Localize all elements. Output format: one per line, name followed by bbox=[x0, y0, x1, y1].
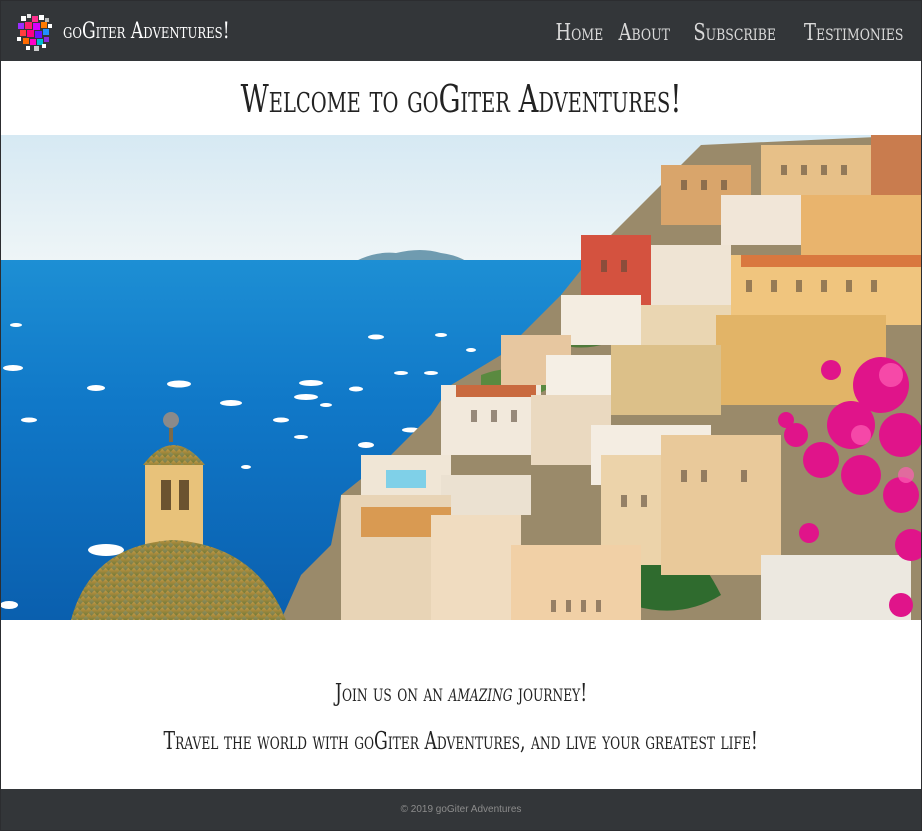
footer: © 2019 goGiter Adventures bbox=[1, 789, 921, 830]
nav-link-testimonies[interactable]: Testimonies bbox=[804, 13, 903, 53]
coastal-village-illustration bbox=[1, 135, 921, 620]
brand-name: goGiter Adventures! bbox=[63, 19, 230, 44]
tagline-emphasis: amazing bbox=[448, 679, 513, 707]
footer-copyright: © 2019 goGiter Adventures bbox=[400, 804, 522, 815]
nav-link-subscribe[interactable]: Subscribe bbox=[693, 13, 776, 53]
page-title: Welcome to goGiter Adventures! bbox=[240, 77, 682, 121]
nav-link-home[interactable]: Home bbox=[556, 13, 604, 53]
pixel-mosaic-logo-icon bbox=[15, 12, 55, 52]
main-nav: Home About Subscribe Testimonies bbox=[554, 13, 903, 53]
top-navbar: goGiter Adventures! Home About Subscribe… bbox=[1, 1, 921, 61]
nav-link-about[interactable]: About bbox=[618, 13, 669, 53]
subtitle: Travel the world with goGiter Adventures… bbox=[163, 727, 759, 755]
brand[interactable]: goGiter Adventures! bbox=[15, 12, 277, 52]
hero-image bbox=[1, 135, 921, 620]
tagline: Join us on an amazing journey! bbox=[334, 679, 588, 707]
page-frame: goGiter Adventures! Home About Subscribe… bbox=[0, 0, 922, 831]
